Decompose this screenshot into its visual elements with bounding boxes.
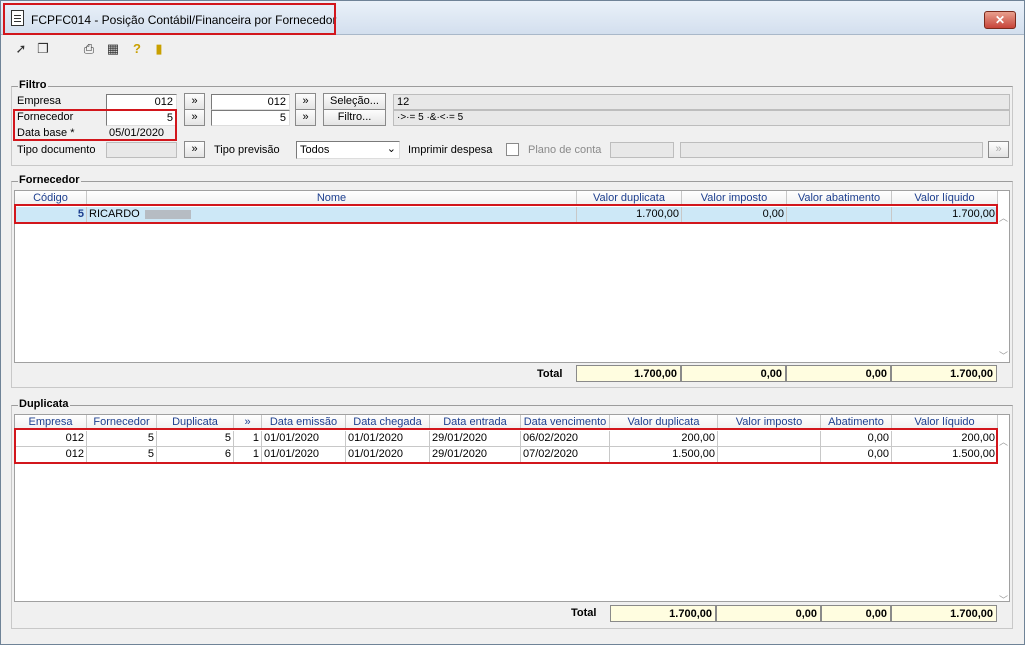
tipoprev-select[interactable]: Todos ⌄ [296, 141, 400, 159]
scroll-down-icon[interactable]: ﹀ [999, 349, 1008, 362]
print-icon[interactable]: ⎙ [81, 41, 97, 57]
fornecedor-expr-field: ·>·= 5 ·&·<·= 5 [393, 110, 1010, 126]
fornecedor-total-abatimento: 0,00 [786, 365, 891, 382]
scroll-up-icon[interactable]: ︿ [999, 435, 1008, 448]
close-button[interactable]: ✕ [984, 11, 1016, 29]
tipoprev-value: Todos [300, 144, 330, 156]
plano-code-input [610, 142, 674, 158]
empresa-from-input[interactable]: 012 [106, 94, 177, 110]
duplicata-total-imposto: 0,00 [716, 605, 821, 622]
duplicata-total-duplicata: 1.700,00 [610, 605, 716, 622]
exit-icon[interactable]: ▮ [151, 41, 167, 57]
tipodoc-label: Tipo documento [17, 144, 96, 156]
filtro-title: Filtro [18, 79, 48, 91]
fornecedor-to-input[interactable]: 5 [211, 110, 290, 126]
chevron-down-icon: ⌄ [386, 143, 396, 155]
empresa-range-button[interactable]: » [184, 93, 205, 110]
toolbar: ➚ ❐ ⎙ ▦ ? ▮ [1, 35, 1024, 61]
copy-icon[interactable]: ❐ [35, 41, 51, 57]
fornecedor-range-button[interactable]: » [184, 109, 205, 126]
highlight-filtro [13, 109, 177, 141]
imprimir-checkbox[interactable] [506, 143, 519, 156]
highlight-duplicata-rows [14, 428, 998, 464]
empresa-label: Empresa [17, 95, 62, 107]
highlight-title [3, 3, 336, 35]
fornecedor-title: Fornecedor [18, 174, 81, 186]
scroll-up-icon[interactable]: ︿ [999, 211, 1008, 224]
imprimir-label: Imprimir despesa [408, 144, 493, 156]
tipodoc-input[interactable] [106, 142, 177, 158]
scroll-down-icon[interactable]: ﹀ [999, 593, 1008, 606]
cursor-icon[interactable]: ➚ [13, 41, 29, 57]
plano-desc-input [680, 142, 983, 158]
selecao-button[interactable]: Seleção... [323, 93, 386, 110]
plano-button: » [988, 141, 1009, 158]
help-icon[interactable]: ? [129, 41, 145, 57]
empresa-to-button[interactable]: » [295, 93, 316, 110]
filtro-button[interactable]: Filtro... [323, 109, 386, 126]
grid-icon[interactable]: ▦ [105, 41, 121, 57]
tipodoc-button[interactable]: » [184, 141, 205, 158]
fornecedor-to-button[interactable]: » [295, 109, 316, 126]
tipoprev-label: Tipo previsão [214, 144, 280, 156]
duplicata-total-label: Total [571, 607, 597, 619]
empresa-to-input[interactable]: 012 [211, 94, 290, 110]
plano-label: Plano de conta [528, 144, 602, 156]
fornecedor-total-duplicata: 1.700,00 [576, 365, 681, 382]
app-window: FCPFC014 - Posição Contábil/Financeira p… [0, 0, 1025, 645]
duplicata-total-liquido: 1.700,00 [891, 605, 997, 622]
empresa-result-field: 12 [393, 94, 1010, 110]
fornecedor-total-imposto: 0,00 [681, 365, 786, 382]
duplicata-title: Duplicata [18, 398, 70, 410]
duplicata-total-abatimento: 0,00 [821, 605, 891, 622]
highlight-fornecedor-row [14, 204, 998, 224]
fornecedor-total-liquido: 1.700,00 [891, 365, 997, 382]
fornecedor-total-label: Total [537, 368, 563, 380]
